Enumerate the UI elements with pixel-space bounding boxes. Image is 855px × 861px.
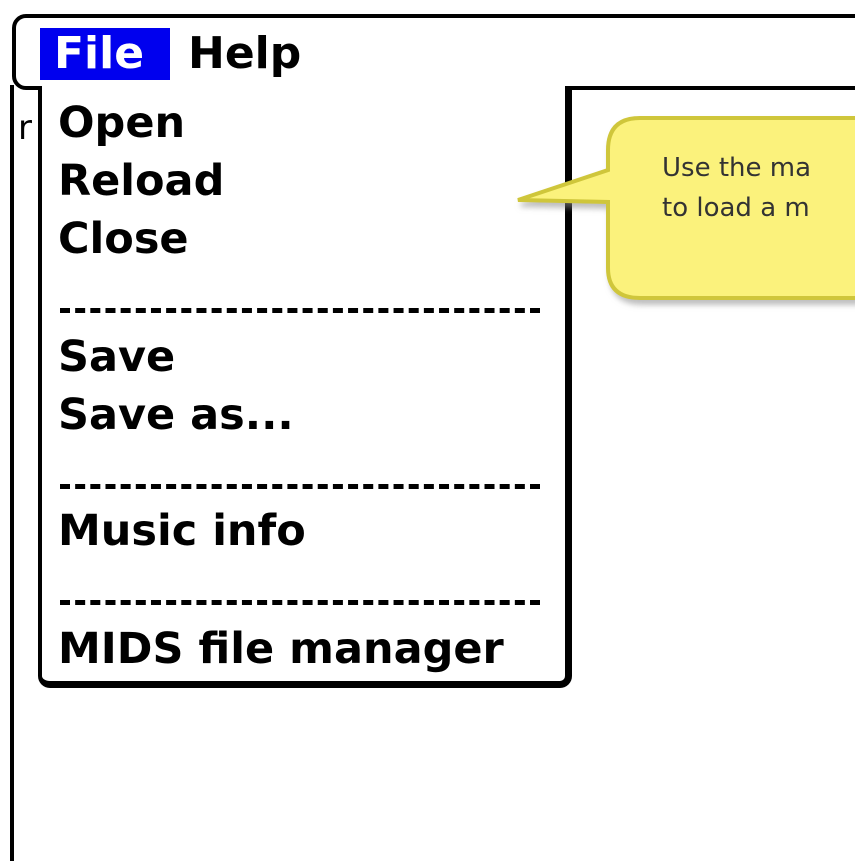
- menu-item-save-as[interactable]: Save as...: [58, 386, 294, 444]
- tooltip-line-1: Use the ma: [662, 153, 812, 183]
- tooltip-text: Use the ma to load a m: [662, 148, 855, 228]
- background-text: r: [18, 108, 32, 148]
- menu-item-music-info[interactable]: Music info: [58, 502, 306, 560]
- menu-item-save[interactable]: Save: [58, 328, 175, 386]
- menu-separator: [60, 308, 540, 313]
- menu-help[interactable]: Help: [174, 28, 304, 80]
- menu-item-mids-file-manager[interactable]: MIDS file manager: [58, 620, 504, 678]
- menu-file[interactable]: File: [40, 28, 170, 80]
- menu-item-open[interactable]: Open: [58, 94, 185, 152]
- tooltip-line-2: to load a m: [662, 193, 810, 223]
- menu-separator: [60, 600, 540, 605]
- menu-item-reload[interactable]: Reload: [58, 152, 224, 210]
- menu-item-close[interactable]: Close: [58, 210, 189, 268]
- screen: r File Help Open Reload Close Save Save …: [0, 0, 855, 861]
- file-menu-dropdown: Open Reload Close Save Save as... Music …: [38, 86, 572, 688]
- menu-bar: File Help: [12, 14, 855, 90]
- menu-separator: [60, 484, 540, 489]
